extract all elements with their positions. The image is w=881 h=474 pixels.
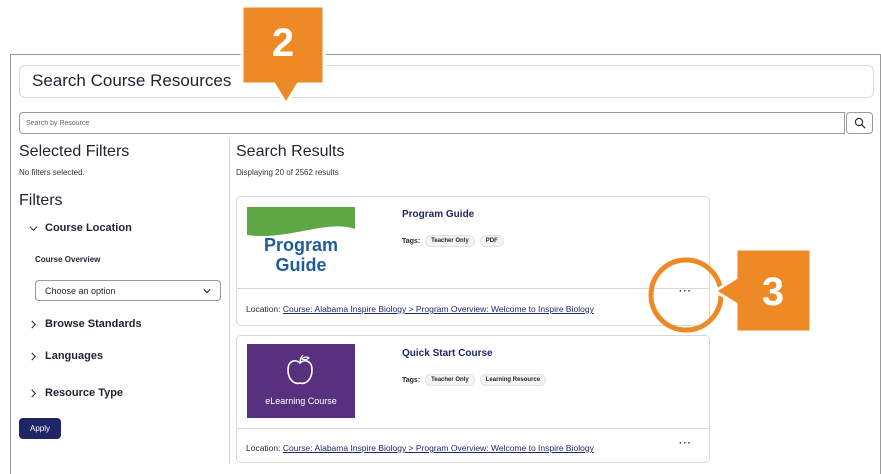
- filter-label: Resource Type: [45, 387, 124, 399]
- search-icon: [854, 117, 865, 129]
- tags-label: Tags:: [402, 237, 421, 245]
- no-filters-text: No filters selected.: [19, 168, 85, 177]
- tag-badge: Teacher Only: [425, 374, 475, 386]
- tag-badge: PDF: [479, 235, 504, 247]
- filter-resource-type[interactable]: Resource Type: [29, 387, 123, 399]
- result-card: Program Guide Program Guide Tags: Teache…: [236, 196, 710, 326]
- result-location: Location: Course: Alabama Inspire Biolog…: [246, 443, 594, 453]
- filter-label: Browse Standards: [45, 318, 142, 330]
- filter-label: Course Location: [45, 222, 132, 234]
- program-guide-thumbnail: Program Guide: [247, 207, 355, 281]
- location-link[interactable]: Course: Alabama Inspire Biology > Progra…: [283, 443, 594, 453]
- select-value: Choose an option: [45, 285, 116, 296]
- more-options-button[interactable]: ···: [679, 438, 692, 449]
- filter-languages[interactable]: Languages: [29, 350, 103, 362]
- elearning-thumbnail: eLearning Course: [247, 344, 355, 418]
- result-location: Location: Course: Alabama Inspire Biolog…: [246, 304, 594, 314]
- search-results-heading: Search Results: [236, 143, 345, 160]
- chevron-down-icon: [29, 225, 38, 231]
- location-label: Location:: [246, 304, 281, 314]
- thumbnail-text: eLearning Course: [265, 396, 337, 406]
- results-count: Displaying 20 of 2562 results: [236, 168, 339, 177]
- thumbnail-text: Guide: [275, 255, 327, 275]
- course-overview-select[interactable]: Choose an option: [35, 280, 221, 301]
- result-card: eLearning Course Quick Start Course Tags…: [236, 335, 710, 463]
- search-input[interactable]: [19, 112, 845, 134]
- apply-button[interactable]: Apply: [19, 418, 61, 439]
- tag-list: Tags: Teacher Only PDF: [402, 235, 504, 247]
- chevron-right-icon: [31, 389, 37, 397]
- filter-label: Languages: [45, 350, 104, 362]
- course-overview-label: Course Overview: [35, 255, 101, 264]
- selected-filters-heading: Selected Filters: [19, 143, 130, 160]
- tag-badge: Learning Resource: [479, 374, 547, 386]
- tag-list: Tags: Teacher Only Learning Resource: [402, 374, 547, 386]
- tags-label: Tags:: [402, 376, 421, 384]
- result-title[interactable]: Quick Start Course: [402, 348, 493, 359]
- chevron-right-icon: [31, 352, 37, 360]
- filter-browse-standards[interactable]: Browse Standards: [29, 318, 142, 330]
- column-divider: [229, 138, 230, 464]
- page-header: Search Course Resources: [19, 65, 874, 98]
- chevron-right-icon: [31, 320, 37, 328]
- filter-course-location[interactable]: Course Location: [29, 222, 132, 234]
- result-title[interactable]: Program Guide: [402, 209, 474, 220]
- thumbnail-text: Program: [263, 235, 339, 255]
- card-divider: [237, 428, 709, 429]
- page-title: Search Course Resources: [32, 71, 232, 90]
- card-divider: [237, 288, 709, 289]
- apple-icon: [287, 354, 313, 385]
- filters-heading: Filters: [19, 192, 63, 209]
- callout-number: 2: [271, 20, 295, 65]
- location-label: Location:: [246, 443, 281, 453]
- tag-badge: Teacher Only: [425, 235, 475, 247]
- chevron-down-icon: [203, 288, 211, 293]
- location-link[interactable]: Course: Alabama Inspire Biology > Progra…: [283, 304, 594, 314]
- callout-number: 3: [761, 269, 785, 314]
- search-button[interactable]: [846, 112, 873, 134]
